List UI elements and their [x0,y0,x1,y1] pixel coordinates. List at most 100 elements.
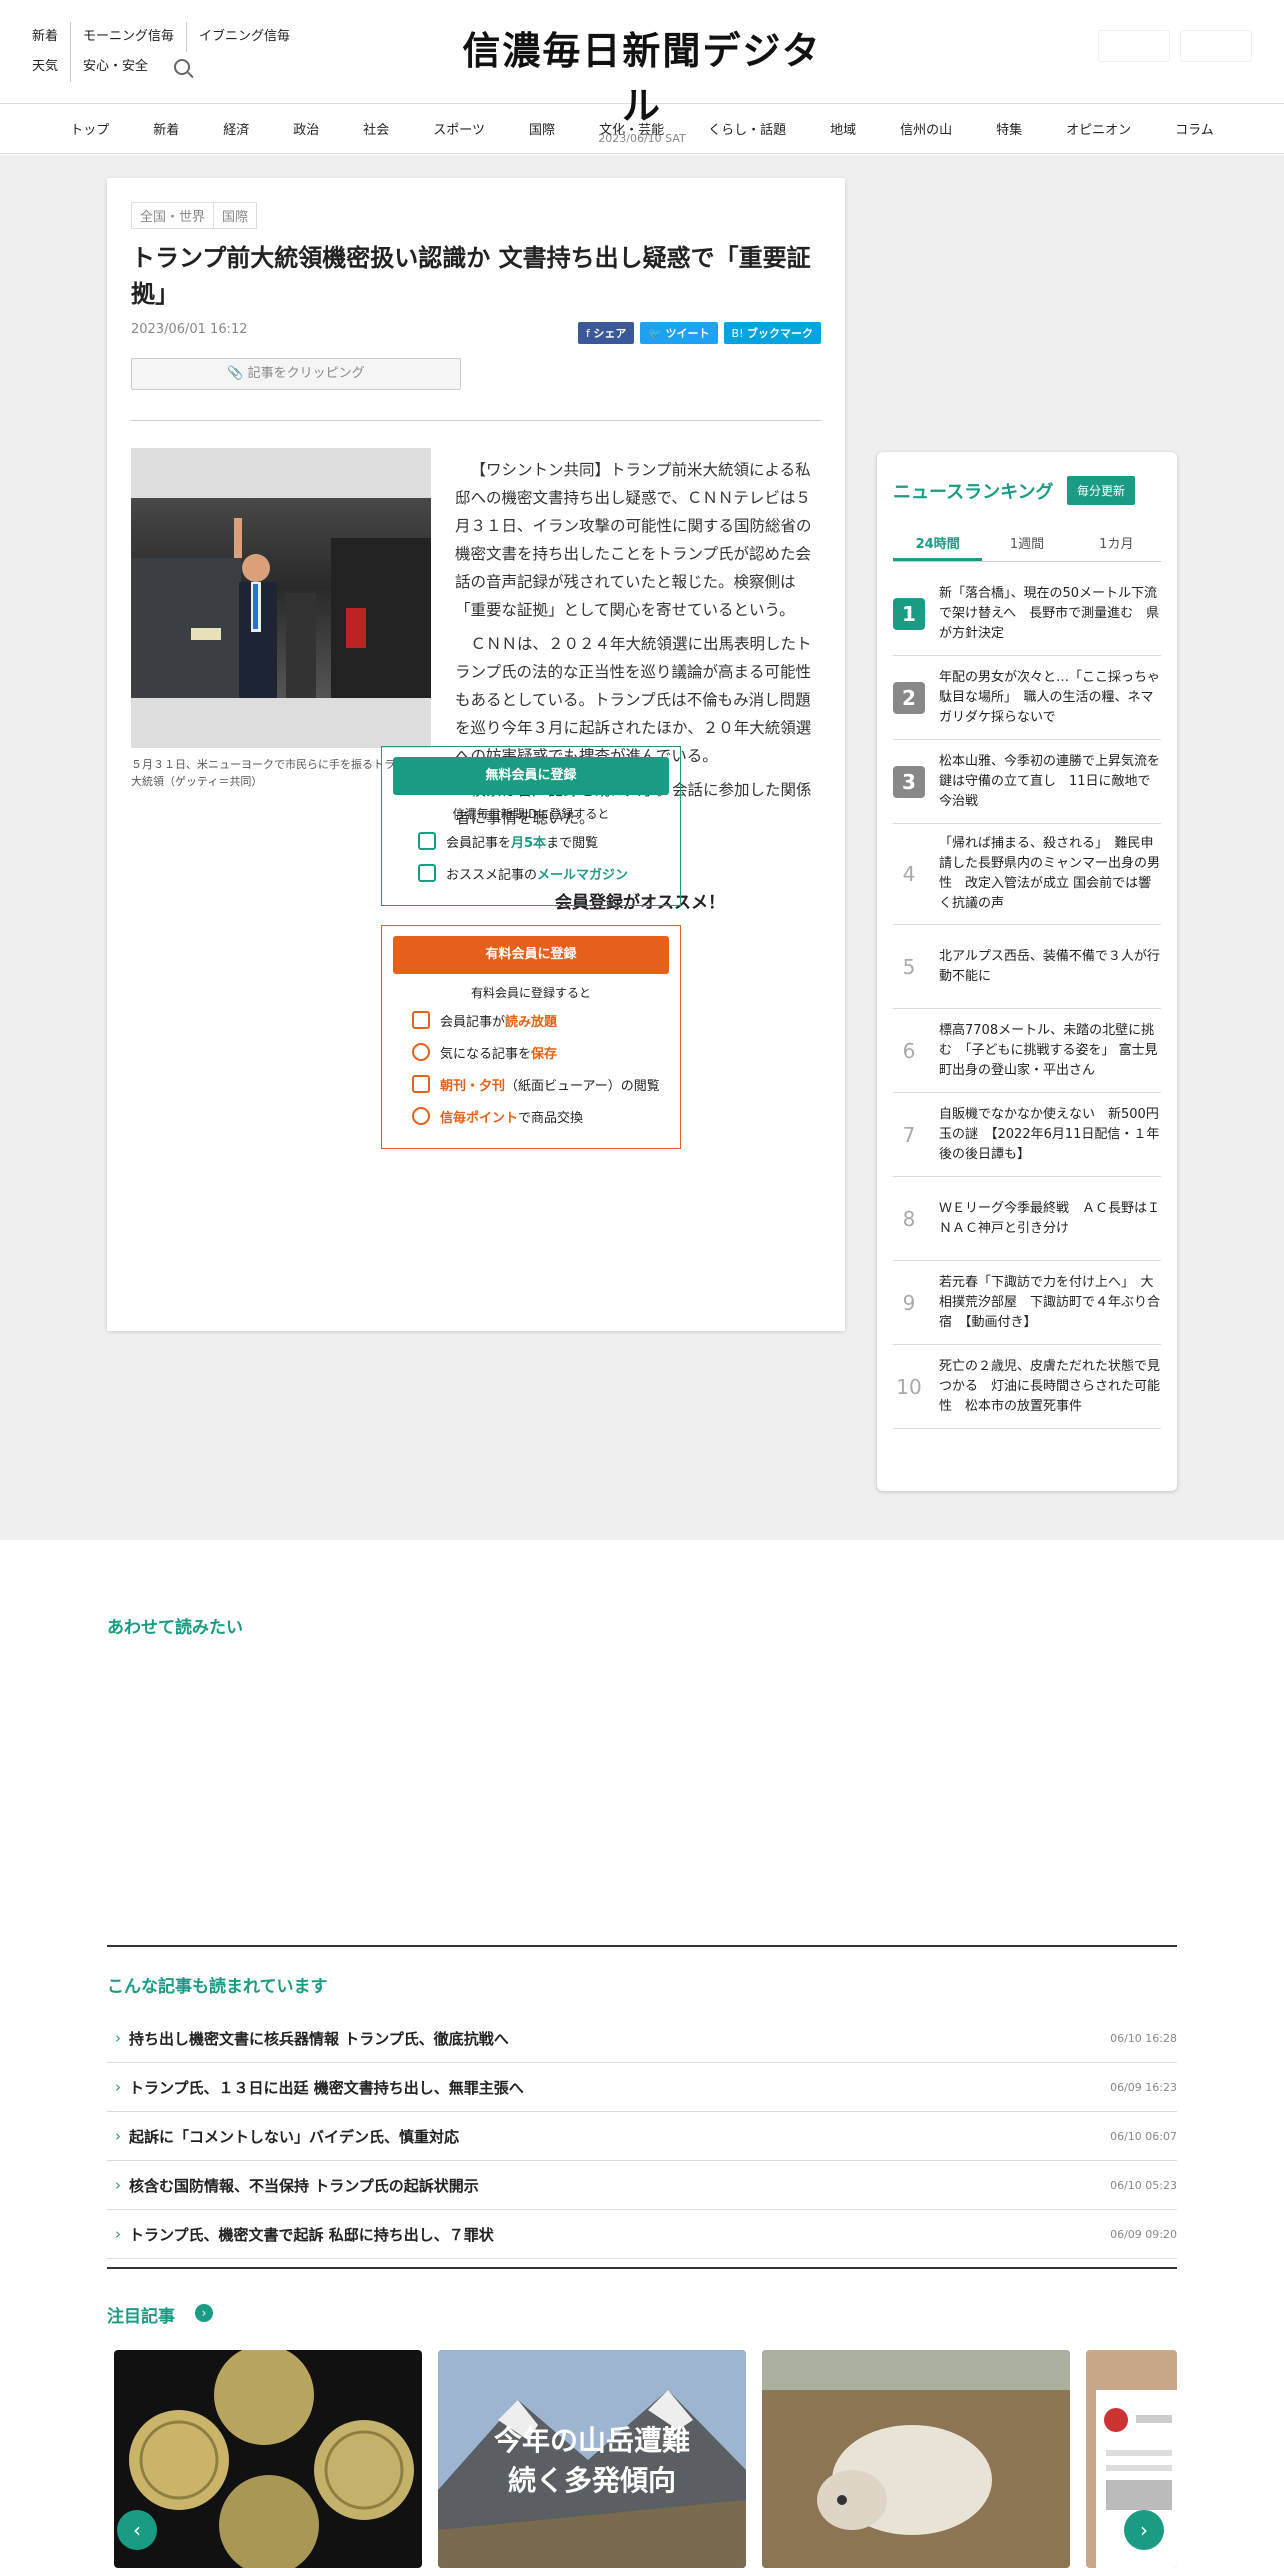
ranking-item[interactable]: 2 年配の男女が次々と…「ここ採っちゃ駄目な場所」 職人の生活の糧、ネマガリダケ採… [893,656,1161,740]
ranking-headline: 年配の男女が次々と…「ここ採っちゃ駄目な場所」 職人の生活の糧、ネマガリダケ採ら… [939,669,1161,725]
ranking-item[interactable]: 5 北アルプス西岳、装備不備で３人が行動不能に [893,925,1161,1009]
featured-card[interactable] [114,2350,422,2568]
also-read-title: こんな記事も読まれています [107,1977,328,1997]
ranking-headline: 標高7708メートル、未踏の北壁に挑む 「子どもに挑戦する姿を」 富士見町出身の… [939,1022,1158,1078]
carousel-next-button[interactable]: › [1124,2510,1164,2550]
ranking-list: 1 新「落合橋」、現在の50メートル下流で架け替えへ 長野市で測量進む 県が方針決… [893,572,1174,1429]
nav-item[interactable]: 特集 [974,119,1044,138]
header-button-2[interactable] [1180,30,1252,62]
ranking-title: ニュースランキング [893,482,1054,503]
ranking-number: 5 [902,954,916,979]
ranking-number: 1 [893,597,925,630]
facebook-share-button[interactable]: f シェア [577,322,635,344]
ranking-headline: 若元春「下諏訪で力を付け上へ」 大相撲荒汐部屋 下諏訪町で４年ぶり合宿 【動画付… [939,1274,1161,1330]
ranking-item[interactable]: 8 ＷＥリーグ今季最終戦 ＡＣ長野はＩＮＡＣ神戸と引き分け [893,1177,1161,1261]
nav-item[interactable]: 新着 [131,119,201,138]
carousel-prev-button[interactable]: ‹ [117,2510,157,2550]
nav-item[interactable]: オピニオン [1044,119,1153,138]
also-read-headline: 核含む国防情報、不当保持 トランプ氏の起訴状開示 [129,2176,479,2195]
header-button-1[interactable] [1098,30,1170,62]
nav-item[interactable]: 社会 [341,119,411,138]
header-link-morning[interactable]: モーニング信毎 [70,22,186,52]
nav-item[interactable]: コラム [1153,119,1236,138]
site-header: 新着 モーニング信毎 イブニング信毎 天気 安心・安全 信濃毎日新聞デジタル 2… [0,0,1284,145]
header-link-new[interactable]: 新着 [32,22,70,52]
article-icon [418,832,436,850]
ranking-headline: 新「落合橋」、現在の50メートル下流で架け替えへ 長野市で測量進む 県が方針決定 [939,585,1160,641]
ranking-number: 9 [902,1290,916,1315]
free-signup-button[interactable]: 無料会員に登録 [393,757,669,795]
ranking-headline: 松本山雅、今季初の連勝で上昇気流を 鍵は守備の立て直し 11日に敵地で今治戦 [939,753,1174,809]
paid-member-box: 有料会員に登録 有料会員に登録すると 会員記事が 読み放題 気になる記事を 保存 朝… [381,925,681,1149]
also-read-item[interactable]: › トランプ氏、機密文書で起訴 私邸に持ち出し、７罪状 06/09 09:20 [107,2210,1177,2259]
tag-international[interactable]: 国際 [213,202,258,229]
ranking-item[interactable]: 7 自販機でなかなか使えない 新500円玉の謎 【2022年6月11日配信・１年後… [893,1093,1161,1177]
nav-item[interactable]: 信州の山 [878,119,974,138]
free-item-text: まで閲覧 [546,835,599,851]
article-tags: 全国・世界 国際 [131,202,258,229]
article-photo[interactable] [131,448,431,748]
ranking-headline: ＷＥリーグ今季最終戦 ＡＣ長野はＩＮＡＣ神戸と引き分け [939,1200,1161,1236]
paid-item-text: （紙面ビューアー）の閲覧 [505,1078,660,1094]
featured-card[interactable] [762,2350,1070,2568]
clip-article-button[interactable]: 📎 記事をクリッピング [131,358,461,390]
tab-24h[interactable]: 24時間 [893,530,983,561]
hatena-bookmark-button[interactable]: B! ブックマーク [723,322,821,344]
ranking-number: 10 [896,1374,922,1399]
paid-item-highlight: 朝刊・夕刊 [440,1078,506,1094]
header-link-safety[interactable]: 安心・安全 [70,52,160,82]
also-read-item[interactable]: › トランプ氏、１３日に出廷 機密文書持ち出し、無罪主張へ 06/09 16:23 [107,2063,1177,2112]
ranking-item[interactable]: 4 「帰れば捕まる、殺される」 難民申請した長野県内のミャンマー出身の男性 改定入… [893,824,1161,925]
also-read-date: 06/10 05:23 [1110,2178,1177,2192]
chevron-right-icon: › [115,2078,121,2096]
tab-1week[interactable]: 1週間 [982,530,1071,561]
nav-item[interactable]: 経済 [201,119,271,138]
twitter-share-button[interactable]: 🐦 ツイート [640,322,718,344]
nav-item[interactable]: トップ [48,119,131,138]
paid-item-highlight: 読み放題 [505,1014,558,1030]
free-item-highlight: メールマガジン [537,867,629,883]
ranking-item[interactable]: 1 新「落合橋」、現在の50メートル下流で架け替えへ 長野市で測量進む 県が方針決… [893,572,1161,656]
also-read-item[interactable]: › 持ち出し機密文書に核兵器情報 トランプ氏、徹底抗戦へ 06/10 16:28 [107,2014,1177,2063]
logo-text: 信濃毎日新聞デジタル [462,28,822,128]
header-link-weather[interactable]: 天気 [32,52,70,82]
nav-item[interactable]: 政治 [271,119,341,138]
paid-item-highlight: 保存 [531,1046,558,1062]
site-logo[interactable]: 信濃毎日新聞デジタル 2023/06/10 SAT [460,20,824,145]
also-read-item[interactable]: › 起訴に「コメントしない」バイデン氏、慎重対応 06/10 06:07 [107,2112,1177,2161]
mountain-image: 今年の山岳遭難 続く多発傾向 [438,2350,746,2568]
paid-item-text: 会員記事が [440,1014,506,1030]
paperclip-icon: 📎 [227,366,244,381]
chevron-right-icon[interactable]: › [195,2304,213,2322]
book-icon [412,1075,430,1093]
featured-card[interactable]: 今年の山岳遭難 続く多発傾向 [438,2350,746,2568]
paid-text: 有料会員に登録すると [470,986,591,1000]
free-item-text: おススメ記事の [446,867,538,883]
card-text-line1: 今年の山岳遭難 [494,2424,690,2457]
ranking-item[interactable]: 6 標高7708メートル、未踏の北壁に挑む 「子どもに挑戦する姿を」 富士見町出身… [893,1009,1161,1093]
tag-world[interactable]: 全国・世界 [131,202,214,229]
ranking-number: 7 [902,1122,916,1147]
also-read-date: 06/09 16:23 [1110,2080,1177,2094]
tab-1month[interactable]: 1カ月 [1072,530,1161,561]
paid-item: 気になる記事を 保存 [412,1041,680,1063]
ranking-item[interactable]: 3 松本山雅、今季初の連勝で上昇気流を 鍵は守備の立て直し 11日に敵地で今治戦 [893,740,1174,824]
header-link-evening[interactable]: イブニング信毎 [186,22,302,52]
also-read-list: › 持ち出し機密文書に核兵器情報 トランプ氏、徹底抗戦へ 06/10 16:28 › ト… [107,2014,1177,2259]
coins-image [129,2350,414,2568]
also-read-item[interactable]: › 核含む国防情報、不当保持 トランプ氏の起訴状開示 06/10 05:23 [107,2161,1177,2210]
header-date-value: 2023/06/10 [598,132,662,145]
featured-title: 注目記事 [107,2307,175,2327]
ranking-tabs: 24時間 1週間 1カ月 [893,530,1161,562]
header-weekday: SAT [665,132,686,145]
ranking-item[interactable]: 9 若元春「下諏訪で力を付け上へ」 大相撲荒汐部屋 下諏訪町で４年ぶり合宿 【動画… [893,1261,1161,1345]
also-read-headline: 起訴に「コメントしない」バイデン氏、慎重対応 [129,2127,460,2146]
photo-image [131,498,431,698]
paid-item-highlight: 信毎ポイント [440,1110,519,1126]
paid-signup-button[interactable]: 有料会員に登録 [393,936,669,974]
chevron-right-icon: › [115,2225,121,2243]
ranking-item[interactable]: 10 死亡の２歳児、皮膚ただれた状態で見つかる 灯油に長時間さらされた可能性 松本… [893,1345,1161,1429]
search-icon[interactable] [174,59,191,75]
also-read-date: 06/09 09:20 [1110,2227,1177,2241]
also-read-headline: 持ち出し機密文書に核兵器情報 トランプ氏、徹底抗戦へ [129,2029,509,2048]
